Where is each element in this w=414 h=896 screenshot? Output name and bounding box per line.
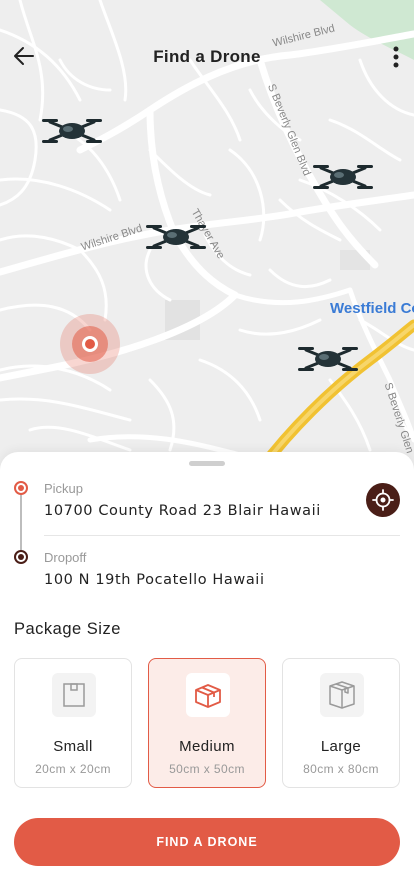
location-pulse <box>72 326 108 362</box>
pickup-marker-icon <box>14 481 28 495</box>
map-view[interactable]: Wilshire Blvd Wilshire Blvd S Beverly Gl… <box>0 0 414 470</box>
route-divider <box>44 535 400 536</box>
package-size-small-card[interactable]: Small 20cm x 20cm <box>14 658 132 788</box>
locate-me-button[interactable] <box>366 483 400 517</box>
pickup-address-field[interactable]: 10700 County Road 23 Blair Hawaii <box>44 503 321 519</box>
large-box-icon <box>329 681 355 709</box>
drone-icon <box>313 165 373 189</box>
large-box-icon-container <box>320 673 364 717</box>
package-size-title: Package Size <box>14 620 121 638</box>
pickup-label: Pickup <box>44 481 84 496</box>
more-options-button[interactable] <box>384 40 408 74</box>
location-dot-icon <box>82 336 98 352</box>
more-vertical-icon <box>393 46 399 68</box>
find-drone-button[interactable]: FIND A DRONE <box>14 818 400 866</box>
package-size-medium-card[interactable]: Medium 50cm x 50cm <box>148 658 266 788</box>
drone-marker[interactable] <box>40 114 104 148</box>
bottom-sheet: Pickup 10700 County Road 23 Blair Hawaii… <box>0 452 414 896</box>
drone-icon <box>146 225 206 249</box>
size-dimensions: 50cm x 50cm <box>169 762 245 776</box>
drone-marker[interactable] <box>144 220 208 254</box>
dropoff-address-field[interactable]: 100 N 19th Pocatello Hawaii <box>44 572 265 588</box>
crosshair-icon <box>372 489 394 511</box>
page-title: Find a Drone <box>153 47 261 66</box>
dropoff-marker-icon <box>14 550 28 564</box>
drone-icon <box>298 347 358 371</box>
dropoff-label: Dropoff <box>44 550 87 565</box>
current-location-marker <box>60 314 120 374</box>
drone-marker[interactable] <box>311 160 375 194</box>
small-box-icon <box>63 683 85 707</box>
open-box-icon <box>195 684 221 708</box>
size-name: Small <box>53 738 93 755</box>
package-size-large-card[interactable]: Large 80cm x 80cm <box>282 658 400 788</box>
medium-box-icon-container <box>186 673 230 717</box>
map-label-westfield: Westfield Co <box>330 300 414 317</box>
size-name: Medium <box>179 738 235 755</box>
sheet-grabber-handle[interactable] <box>189 461 225 466</box>
drone-marker[interactable] <box>296 342 360 376</box>
route-connector-line <box>20 494 22 556</box>
size-dimensions: 20cm x 20cm <box>35 762 111 776</box>
size-dimensions: 80cm x 80cm <box>303 762 379 776</box>
size-name: Large <box>320 738 362 755</box>
drone-icon <box>42 119 102 143</box>
small-box-icon-container <box>52 673 96 717</box>
